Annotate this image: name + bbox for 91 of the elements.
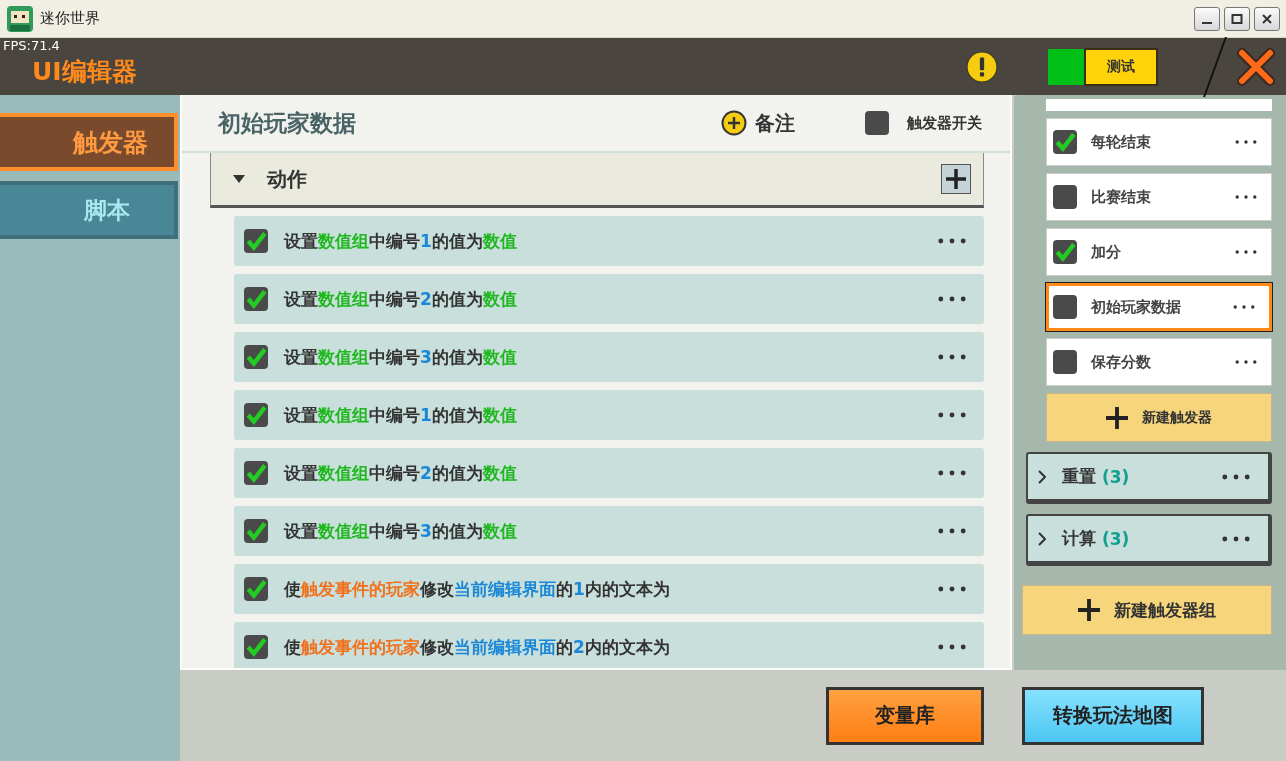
action-text: 设置数值组中编号1的值为数值 [284,403,517,427]
checkbox[interactable] [244,229,268,253]
plus-circle-icon [721,110,747,136]
action-row[interactable]: 设置数值组中编号2的值为数值 [234,448,984,498]
checkbox[interactable] [244,345,268,369]
more-icon[interactable] [1235,194,1257,200]
action-text: 设置数值组中编号1的值为数值 [284,229,517,253]
checkbox[interactable] [244,577,268,601]
checkbox[interactable] [244,403,268,427]
bottom-button[interactable]: 变量库 [826,686,984,745]
action-text: 设置数值组中编号2的值为数值 [284,287,517,311]
more-icon[interactable] [1233,304,1255,310]
more-icon[interactable] [938,528,966,534]
warning-icon[interactable] [966,50,998,83]
trigger-item[interactable]: 每轮结束 [1046,118,1272,166]
new-group-button[interactable]: 新建触发器组 [1022,585,1272,635]
more-icon[interactable] [938,238,966,244]
trigger-item[interactable]: 比赛结束 [1046,173,1272,221]
checkbox[interactable] [1053,295,1077,319]
trigger-name: 每轮结束 [1091,132,1151,152]
test-button[interactable]: 测试 [1084,47,1158,86]
switch-checkbox[interactable] [865,111,889,135]
checkbox[interactable] [1053,130,1077,154]
new-trigger-button[interactable]: 新建触发器 [1046,393,1272,442]
trigger-group[interactable]: 重置 (3) [1026,452,1272,504]
more-icon[interactable] [938,296,966,302]
switch-label: 触发器开关 [907,113,982,133]
more-icon[interactable] [938,354,966,360]
section-header[interactable]: 动作 [233,165,307,193]
action-text: 使触发事件的玩家修改当前编辑界面的2内的文本为 [284,635,670,659]
more-icon[interactable] [1235,249,1257,255]
checkbox[interactable] [1053,240,1077,264]
app-logo-icon [6,4,34,33]
window-title: 迷你世界 [40,9,100,28]
trigger-name: 比赛结束 [1091,187,1151,207]
close-button[interactable] [1254,6,1280,31]
bottom-button[interactable]: 转换玩法地图 [1022,686,1204,745]
status-indicator [1048,48,1084,85]
trigger-item[interactable]: 保存分数 [1046,338,1272,386]
maximize-icon [1231,12,1243,25]
caret-icon [233,175,245,183]
close-icon[interactable] [1236,46,1276,87]
trigger-name: 初始玩家数据 [1091,297,1181,317]
more-icon[interactable] [938,644,966,650]
action-row[interactable]: 设置数值组中编号1的值为数值 [234,216,984,266]
more-icon[interactable] [938,412,966,418]
maximize-button[interactable] [1224,6,1250,31]
checkbox[interactable] [244,461,268,485]
action-row[interactable]: 设置数值组中编号2的值为数值 [234,274,984,324]
close-icon [1261,12,1273,25]
editor-title: UI编辑器 [32,56,137,88]
note-button[interactable]: 备注 [721,109,795,137]
more-icon[interactable] [938,586,966,592]
group-name: 重置 [1062,465,1096,488]
minimize-button[interactable] [1194,6,1220,31]
plus-icon [1078,599,1100,621]
more-icon[interactable] [1222,535,1250,542]
trigger-group[interactable]: 计算 (3) [1026,514,1272,566]
trigger-item[interactable]: 初始玩家数据 [1046,283,1272,331]
checkbox[interactable] [244,519,268,543]
trigger-title: 初始玩家数据 [218,108,356,138]
group-count: (3) [1102,466,1130,487]
group-name: 计算 [1062,527,1096,550]
trigger-name: 保存分数 [1091,352,1151,372]
action-row[interactable]: 使触发事件的玩家修改当前编辑界面的2内的文本为 [234,622,984,668]
checkbox[interactable] [244,635,268,659]
sidebar-tab[interactable]: 触发器 [0,113,178,171]
chevron-icon [1038,531,1046,546]
action-row[interactable]: 设置数值组中编号3的值为数值 [234,506,984,556]
action-row[interactable]: 使触发事件的玩家修改当前编辑界面的1内的文本为 [234,564,984,614]
add-icon[interactable] [941,164,971,194]
minimize-icon [1202,21,1212,24]
action-text: 设置数值组中编号2的值为数值 [284,461,517,485]
action-row[interactable]: 设置数值组中编号3的值为数值 [234,332,984,382]
checkbox[interactable] [1053,185,1077,209]
action-row[interactable]: 设置数值组中编号1的值为数值 [234,390,984,440]
more-icon[interactable] [1222,473,1250,480]
trigger-name: 加分 [1091,242,1121,262]
more-icon[interactable] [938,470,966,476]
more-icon[interactable] [1235,359,1257,365]
group-count: (3) [1102,528,1130,549]
more-icon[interactable] [1235,139,1257,145]
plus-icon [1106,406,1128,429]
action-text: 设置数值组中编号3的值为数值 [284,519,517,543]
action-text: 设置数值组中编号3的值为数值 [284,345,517,369]
trigger-item[interactable]: 加分 [1046,228,1272,276]
chevron-icon [1038,469,1046,484]
checkbox[interactable] [244,287,268,311]
checkbox[interactable] [1053,350,1077,374]
fps-counter: FPS:71.4 [3,38,60,53]
action-text: 使触发事件的玩家修改当前编辑界面的1内的文本为 [284,577,670,601]
